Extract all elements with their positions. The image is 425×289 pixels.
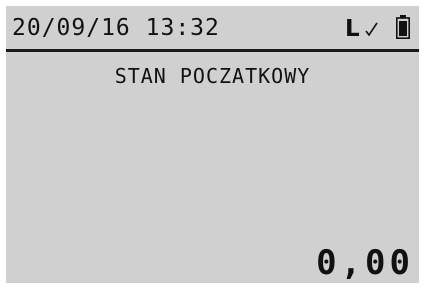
- battery-icon: [396, 15, 410, 39]
- mode-indicator: L: [345, 16, 360, 42]
- amount-display: 0,00: [316, 243, 414, 283]
- datetime-display: 20/09/16 13:32: [12, 15, 220, 41]
- status-bar: 20/09/16 13:32 L: [6, 6, 419, 52]
- lcd-screen: 20/09/16 13:32 L STAN POCZATKOWY 0,00: [6, 6, 419, 283]
- check-icon: [365, 22, 378, 37]
- screen-title: STAN POCZATKOWY: [114, 64, 311, 88]
